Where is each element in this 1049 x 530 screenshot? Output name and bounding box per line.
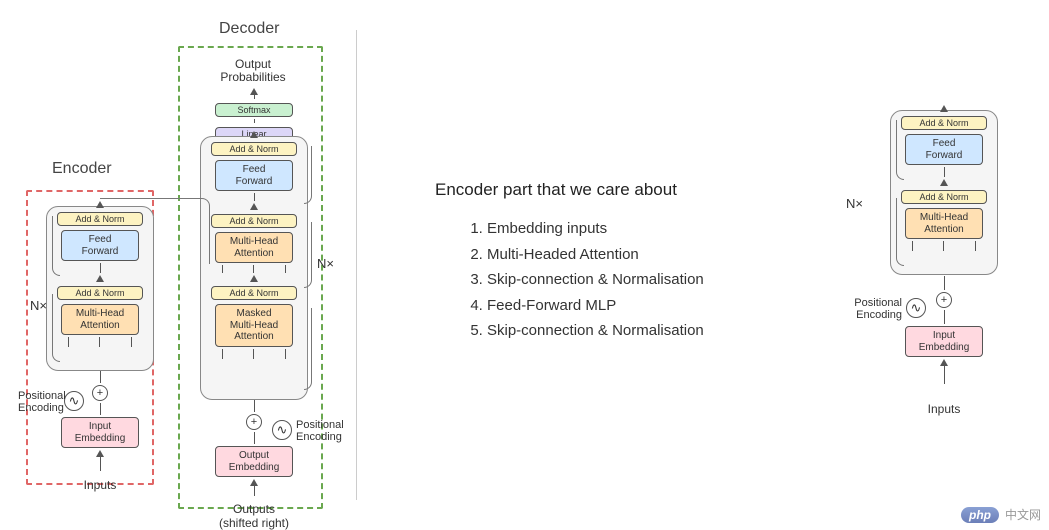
add-positional-encoding: + — [92, 385, 108, 401]
skip-connection — [304, 222, 312, 288]
arrow-icon — [250, 479, 258, 486]
add-norm-block: Add & Norm — [901, 116, 987, 130]
positional-encoding-label: Positional Encoding — [18, 390, 62, 414]
masked-multi-head-attention-block: Masked Multi-Head Attention — [215, 304, 293, 347]
positional-encoding-label: Positional Encoding — [296, 419, 344, 443]
multi-head-attention-block: Multi-Head Attention — [215, 232, 293, 263]
section-divider — [356, 30, 357, 500]
add-positional-encoding: + — [246, 414, 262, 430]
decoder-title: Decoder — [215, 20, 283, 38]
encoder-decoder-connection — [100, 198, 210, 264]
arrow-icon — [940, 179, 948, 186]
list-item: Skip-connection & Normalisation — [487, 318, 795, 344]
positional-encoding-icon: ∿ — [272, 420, 292, 440]
summary-heading: Encoder part that we care about — [435, 180, 795, 200]
multi-head-attention-block: Multi-Head Attention — [905, 208, 983, 239]
decoder-nx-label: N× — [317, 256, 334, 271]
inputs-label: Inputs — [50, 478, 150, 492]
output-embedding-block: Output Embedding — [215, 446, 293, 477]
positional-encoding-icon: ∿ — [64, 391, 84, 411]
encoder-nx-label: N× — [846, 196, 863, 211]
arrow-icon — [940, 359, 948, 366]
add-norm-block: Add & Norm — [211, 286, 297, 300]
encoder-summary-panel: Encoder part that we care about Embeddin… — [435, 180, 795, 344]
transformer-diagram: Encoder Decoder N× N× Add & Norm Feed Fo… — [10, 10, 350, 520]
summary-list: Embedding inputs Multi-Headed Attention … — [435, 216, 795, 344]
encoder-nx-label: N× — [30, 298, 47, 313]
skip-connection — [52, 294, 60, 362]
encoder-title: Encoder — [48, 160, 116, 178]
arrow-icon — [940, 105, 948, 112]
list-item: Multi-Headed Attention — [487, 242, 795, 268]
decoder-stack: Add & Norm Feed Forward Add & Norm Multi… — [200, 136, 308, 400]
outputs-shifted-label: Outputs (shifted right) — [204, 502, 304, 530]
arrow-icon — [96, 450, 104, 457]
arrow-icon — [250, 88, 258, 95]
arrow-icon — [250, 131, 258, 138]
list-item: Skip-connection & Normalisation — [487, 267, 795, 293]
encoder-stack: Add & Norm Feed Forward Add & Norm Multi… — [890, 110, 998, 275]
positional-encoding-icon: ∿ — [906, 298, 926, 318]
add-norm-block: Add & Norm — [211, 142, 297, 156]
php-badge: php — [961, 507, 999, 523]
positional-encoding-label: Positional Encoding — [832, 297, 902, 321]
softmax-block: Softmax — [215, 103, 293, 117]
multi-head-attention-block: Multi-Head Attention — [61, 304, 139, 335]
skip-connection — [304, 146, 312, 204]
watermark-text: 中文网 — [1005, 506, 1041, 523]
skip-connection — [896, 120, 904, 180]
arrow-icon — [96, 275, 104, 282]
add-norm-block: Add & Norm — [901, 190, 987, 204]
input-embedding-block: Input Embedding — [905, 326, 983, 357]
encoder-only-diagram: N× Add & Norm Feed Forward Add & Norm Mu… — [870, 80, 1030, 520]
add-norm-block: Add & Norm — [57, 286, 143, 300]
skip-connection — [52, 216, 60, 276]
inputs-label: Inputs — [894, 402, 994, 416]
watermark: php 中文网 — [961, 506, 1041, 523]
list-item: Embedding inputs — [487, 216, 795, 242]
feed-forward-block: Feed Forward — [905, 134, 983, 165]
list-item: Feed-Forward MLP — [487, 293, 795, 319]
feed-forward-block: Feed Forward — [215, 160, 293, 191]
arrow-icon — [250, 275, 258, 282]
input-embedding-block: Input Embedding — [61, 417, 139, 448]
arrow-icon — [250, 203, 258, 210]
add-positional-encoding: + — [936, 292, 952, 308]
skip-connection — [896, 198, 904, 266]
output-probabilities-label: Output Probabilities — [208, 58, 298, 84]
add-norm-block: Add & Norm — [211, 214, 297, 228]
connector — [100, 263, 101, 273]
skip-connection — [304, 308, 312, 390]
